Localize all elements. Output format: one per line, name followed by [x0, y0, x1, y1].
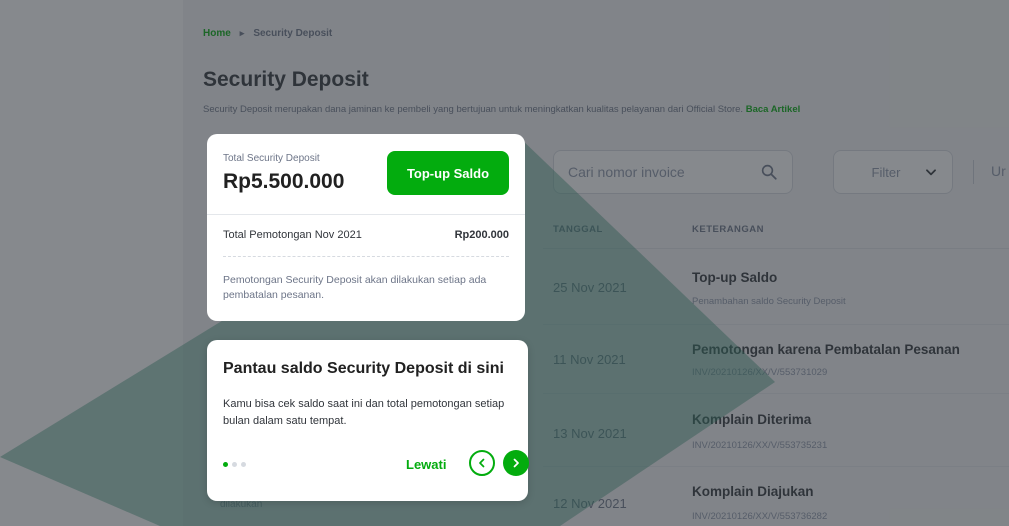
- row-title: Komplain Diajukan: [692, 484, 814, 499]
- step-indicator: [223, 462, 246, 467]
- filter-label: Filter: [871, 164, 901, 180]
- search-placeholder: Cari nomor invoice: [568, 164, 685, 180]
- row-date: 25 Nov 2021: [553, 280, 627, 295]
- step-dot: [241, 462, 246, 467]
- row-subtitle: Penambahan saldo Security Deposit: [692, 296, 846, 307]
- total-deduction-label: Total Pemotongan Nov 2021: [223, 229, 362, 241]
- chevron-left-icon: [479, 458, 485, 468]
- card-divider: [207, 214, 525, 215]
- page-description: Security Deposit merupakan dana jaminan …: [203, 104, 800, 115]
- dashed-divider: [223, 256, 509, 257]
- row-date: 11 Nov 2021: [553, 352, 626, 367]
- chevron-right-icon: [513, 458, 519, 468]
- skip-button[interactable]: Lewati: [406, 457, 446, 472]
- row-divider: [543, 324, 1009, 325]
- row-divider: [543, 393, 1009, 394]
- row-title: Komplain Diterima: [692, 412, 812, 427]
- coachmark-popover: Pantau saldo Security Deposit di sini Ka…: [207, 340, 529, 501]
- row-invoice-link[interactable]: INV/20210126/XX/V/553736282: [692, 511, 827, 522]
- row-invoice-link[interactable]: INV/20210126/XX/V/553735231: [692, 440, 827, 451]
- step-dot: [232, 462, 237, 467]
- sort-dropdown[interactable]: Ur: [991, 163, 1006, 179]
- row-title: Pemotongan karena Pembatalan Pesanan: [692, 342, 960, 357]
- table-header-divider: [543, 248, 1009, 249]
- step-dot-active: [223, 462, 228, 467]
- column-header-description: KETERANGAN: [692, 224, 765, 235]
- row-date: 13 Nov 2021: [553, 426, 627, 441]
- total-deposit-amount: Rp5.500.000: [223, 170, 345, 193]
- column-header-date: TANGGAL: [553, 224, 603, 235]
- invoice-search-input[interactable]: Cari nomor invoice: [553, 150, 793, 194]
- search-icon[interactable]: [760, 163, 778, 181]
- breadcrumb-current: Security Deposit: [253, 28, 333, 39]
- next-step-button[interactable]: [503, 450, 529, 476]
- breadcrumb-home-link[interactable]: Home: [203, 28, 231, 39]
- row-title: Top-up Saldo: [692, 270, 778, 285]
- previous-step-button[interactable]: [469, 450, 495, 476]
- topup-saldo-button[interactable]: Top-up Saldo: [387, 151, 509, 195]
- row-date: 12 Nov 2021: [553, 496, 627, 511]
- filter-dropdown[interactable]: Filter: [833, 150, 953, 194]
- coachmark-title: Pantau saldo Security Deposit di sini: [223, 360, 504, 377]
- row-divider: [543, 466, 1009, 467]
- security-deposit-summary-card: Total Security Deposit Rp5.500.000 Top-u…: [207, 134, 525, 321]
- chevron-down-icon: [926, 169, 936, 176]
- breadcrumb: Home ▸ Security Deposit: [203, 28, 332, 39]
- deduction-note: Pemotongan Security Deposit akan dilakuk…: [223, 274, 487, 301]
- row-invoice-link[interactable]: INV/20210126/XX/V/553731029: [692, 367, 827, 378]
- total-deduction-value: Rp200.000: [454, 229, 509, 241]
- read-article-link[interactable]: Baca Artikel: [746, 104, 801, 115]
- coachmark-body: Kamu bisa cek saldo saat ini dan total p…: [223, 398, 505, 427]
- page-description-text: Security Deposit merupakan dana jaminan …: [203, 104, 744, 115]
- total-deposit-label: Total Security Deposit: [223, 153, 320, 164]
- breadcrumb-separator-icon: ▸: [239, 28, 245, 38]
- toolbar-divider: [973, 160, 974, 184]
- page-title: Security Deposit: [203, 68, 369, 91]
